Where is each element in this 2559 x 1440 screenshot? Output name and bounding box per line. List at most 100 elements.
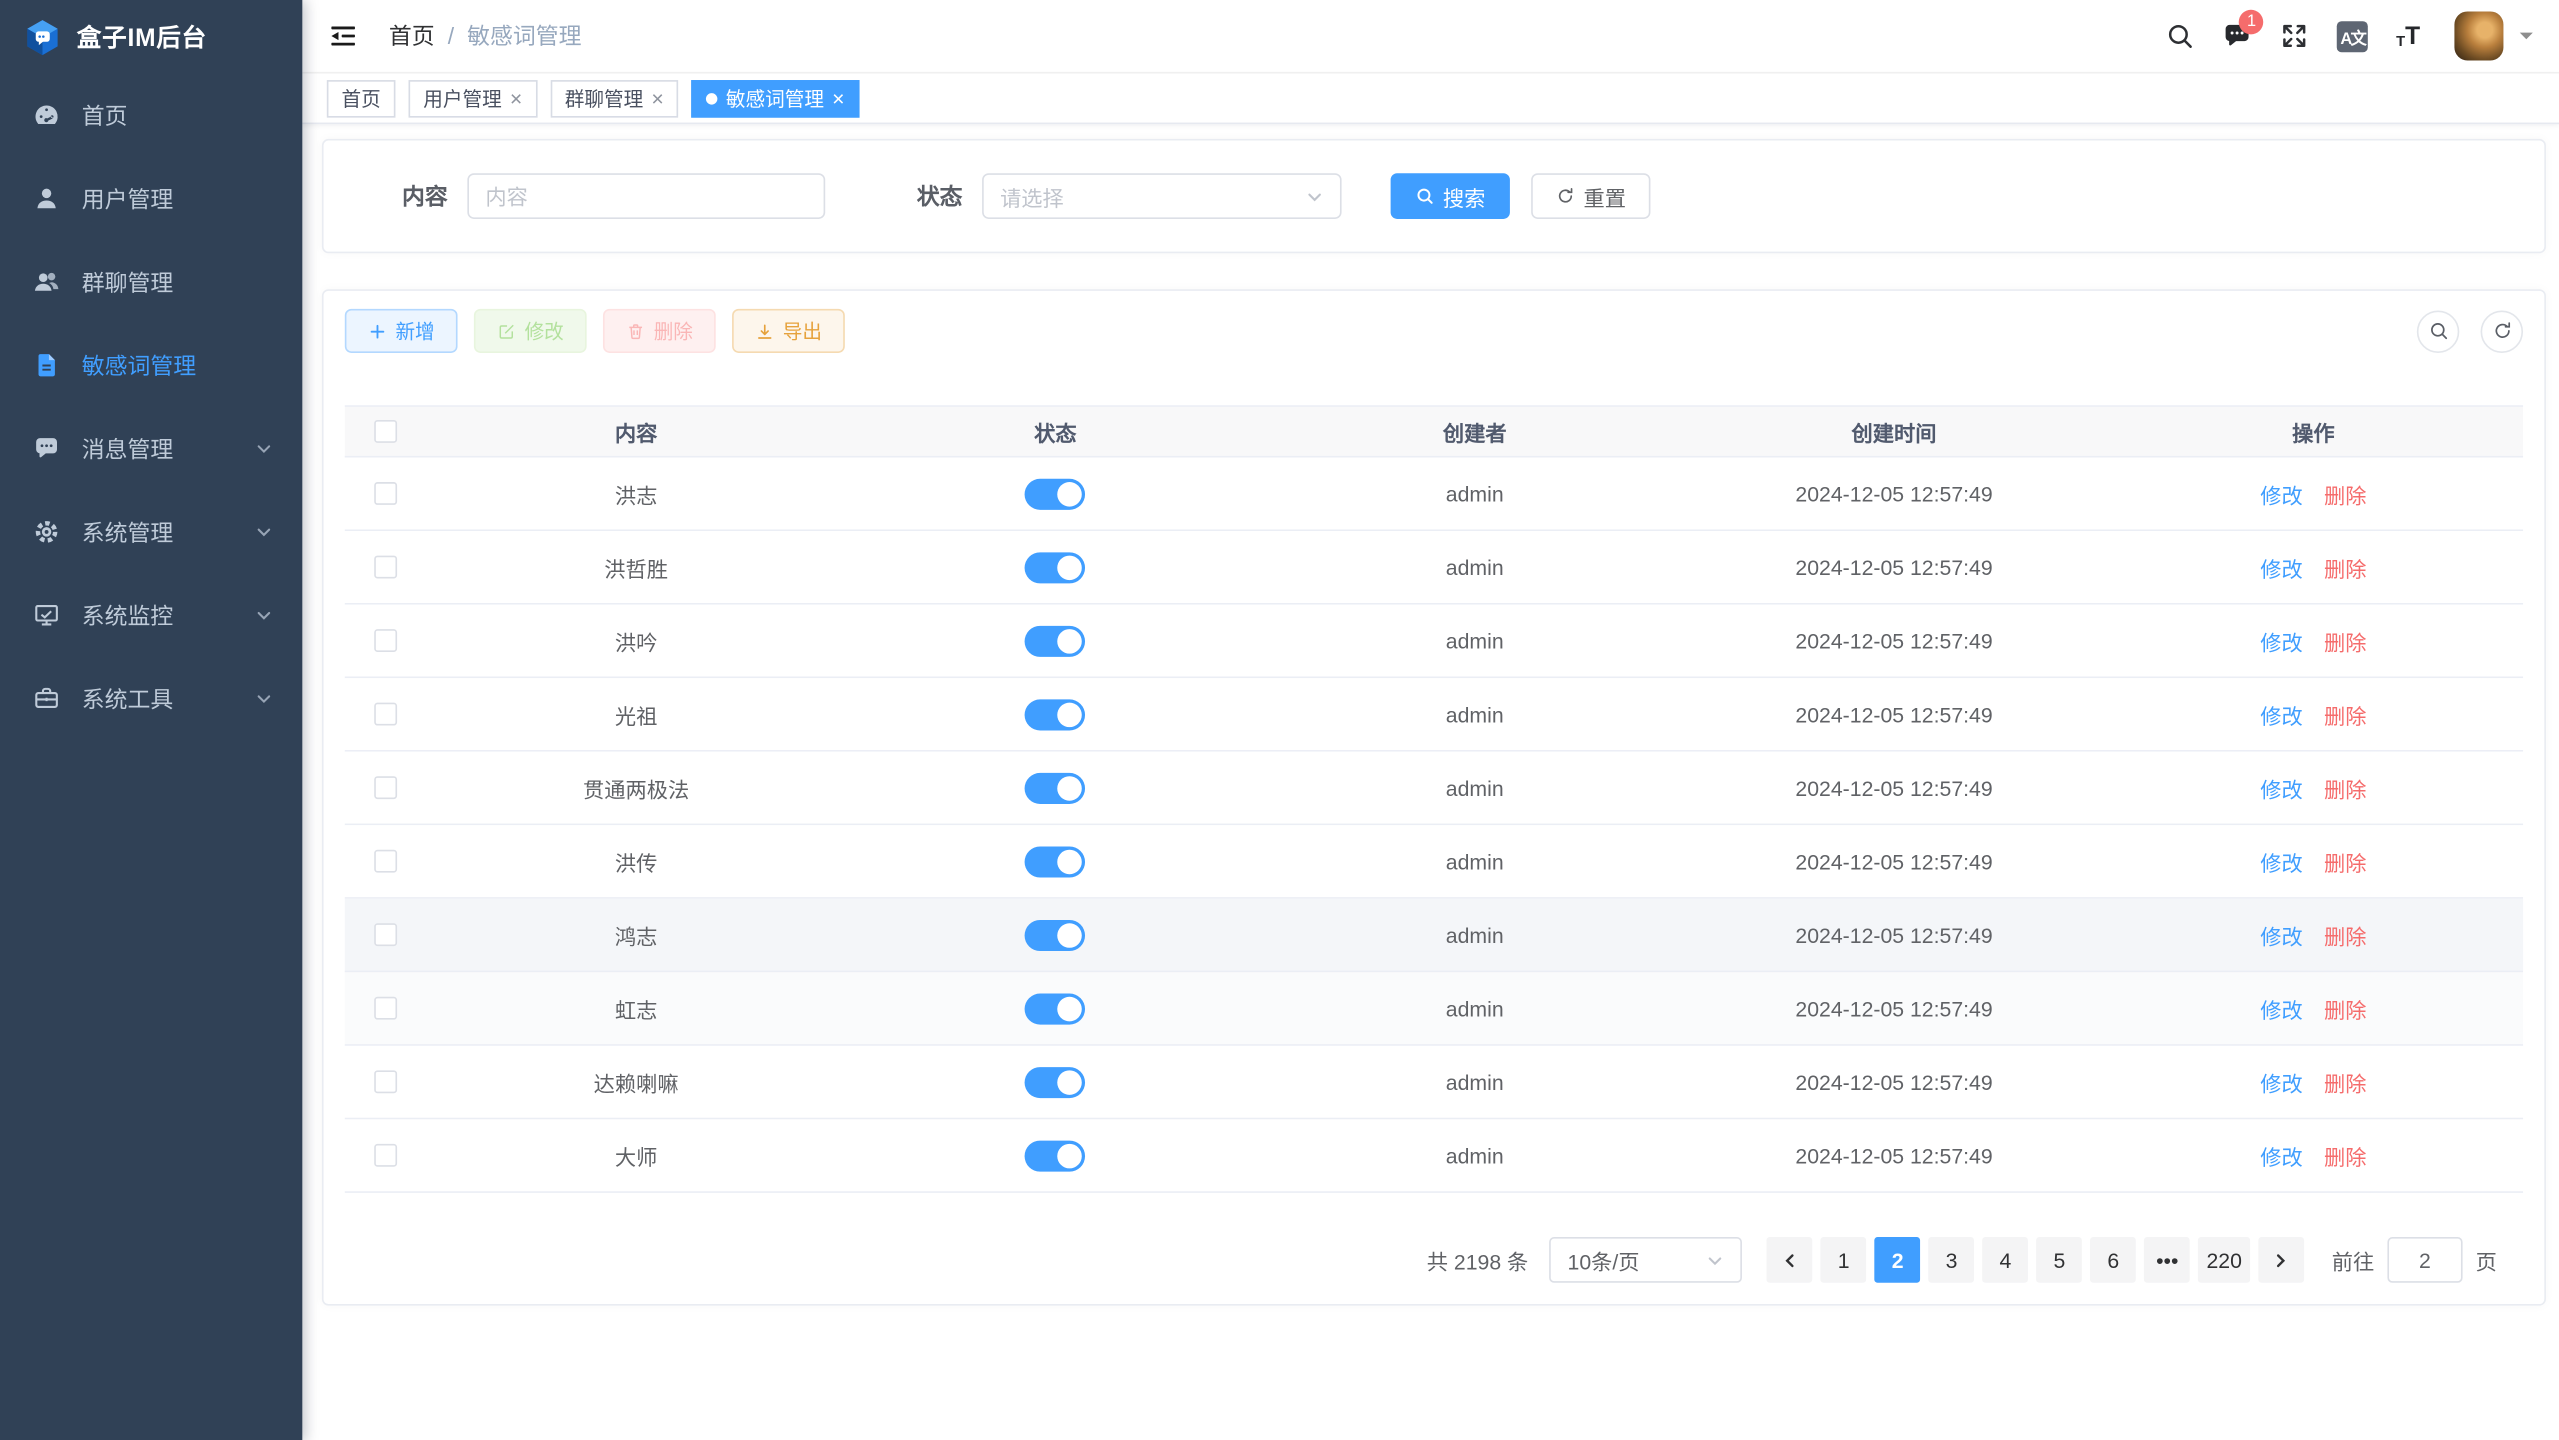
edit-link[interactable]: 修改 xyxy=(2260,1140,2303,1171)
delete-link[interactable]: 删除 xyxy=(2324,772,2367,803)
delete-link[interactable]: 删除 xyxy=(2324,478,2367,509)
page-button[interactable]: 4 xyxy=(1983,1237,2029,1283)
delete-link[interactable]: 删除 xyxy=(2324,1066,2367,1097)
sidebar-item-label: 系统监控 xyxy=(82,599,174,632)
page-button[interactable]: 220 xyxy=(2198,1237,2250,1283)
row-checkbox[interactable] xyxy=(374,703,397,726)
column-header-creator: 创建者 xyxy=(1265,416,1684,447)
row-checkbox[interactable] xyxy=(374,776,397,799)
goto-page-input[interactable] xyxy=(2387,1237,2462,1283)
refresh-button[interactable] xyxy=(2481,310,2523,352)
row-checkbox[interactable] xyxy=(374,556,397,579)
tab-user-management[interactable]: 用户管理 × xyxy=(409,79,537,117)
edit-link[interactable]: 修改 xyxy=(2260,919,2303,950)
reset-button[interactable]: 重置 xyxy=(1531,173,1650,219)
edit-button[interactable]: 修改 xyxy=(474,309,587,353)
tab-home[interactable]: 首页 xyxy=(327,79,396,117)
delete-button[interactable]: 删除 xyxy=(603,309,716,353)
avatar[interactable] xyxy=(2454,11,2503,60)
row-checkbox[interactable] xyxy=(374,1144,397,1167)
search-icon[interactable] xyxy=(2166,21,2195,50)
prev-page-button[interactable] xyxy=(1767,1237,1813,1283)
status-toggle[interactable] xyxy=(1025,478,1085,509)
row-checkbox[interactable] xyxy=(374,1070,397,1093)
cell-created-at: 2024-12-05 12:57:49 xyxy=(1684,628,2103,653)
content-input[interactable] xyxy=(467,173,825,219)
row-checkbox[interactable] xyxy=(374,997,397,1020)
tab-group-management[interactable]: 群聊管理 × xyxy=(550,79,678,117)
status-select[interactable]: 请选择 xyxy=(982,173,1342,219)
status-toggle[interactable] xyxy=(1025,846,1085,877)
row-checkbox[interactable] xyxy=(374,850,397,873)
translate-icon[interactable]: A文 xyxy=(2337,20,2368,51)
select-all-checkbox[interactable] xyxy=(374,420,397,443)
sidebar-item-system-monitor[interactable]: 系统监控 xyxy=(0,574,302,657)
delete-link[interactable]: 删除 xyxy=(2324,919,2367,950)
page-button[interactable]: 1 xyxy=(1821,1237,1867,1283)
status-toggle[interactable] xyxy=(1025,1066,1085,1097)
sidebar-item-system-tools[interactable]: 系统工具 xyxy=(0,657,302,740)
add-button[interactable]: 新增 xyxy=(345,309,458,353)
status-toggle[interactable] xyxy=(1025,625,1085,656)
edit-link[interactable]: 修改 xyxy=(2260,846,2303,877)
edit-link[interactable]: 修改 xyxy=(2260,772,2303,803)
fullscreen-icon[interactable] xyxy=(2280,21,2309,50)
user-menu[interactable] xyxy=(2454,11,2532,60)
more-pages-button[interactable]: ••• xyxy=(2144,1237,2190,1283)
delete-link[interactable]: 删除 xyxy=(2324,625,2367,656)
app-logo[interactable]: 盒子IM后台 xyxy=(0,0,302,74)
edit-link[interactable]: 修改 xyxy=(2260,552,2303,583)
status-toggle[interactable] xyxy=(1025,552,1085,583)
delete-link[interactable]: 删除 xyxy=(2324,1140,2367,1171)
close-icon[interactable]: × xyxy=(832,87,844,108)
row-checkbox[interactable] xyxy=(374,629,397,652)
search-icon xyxy=(1415,186,1435,206)
table-panel: 新增 修改 删除 导出 xyxy=(322,289,2546,1305)
edit-link[interactable]: 修改 xyxy=(2260,699,2303,730)
status-toggle[interactable] xyxy=(1025,699,1085,730)
edit-link[interactable]: 修改 xyxy=(2260,625,2303,656)
sidebar-item-users[interactable]: 用户管理 xyxy=(0,157,302,240)
sidebar-item-messages[interactable]: 消息管理 xyxy=(0,407,302,490)
edit-link[interactable]: 修改 xyxy=(2260,1066,2303,1097)
status-toggle[interactable] xyxy=(1025,993,1085,1024)
sidebar-item-groups[interactable]: 群聊管理 xyxy=(0,240,302,323)
breadcrumb-home[interactable]: 首页 xyxy=(389,20,435,53)
goto-page: 前往 页 xyxy=(2332,1237,2497,1283)
status-toggle[interactable] xyxy=(1025,1140,1085,1171)
status-toggle[interactable] xyxy=(1025,772,1085,803)
page-button[interactable]: 3 xyxy=(1929,1237,1975,1283)
tab-sensitive-words[interactable]: 敏感词管理 × xyxy=(692,79,860,117)
cell-content: 大师 xyxy=(427,1140,846,1171)
edit-link[interactable]: 修改 xyxy=(2260,478,2303,509)
sidebar-item-sensitive-words[interactable]: 敏感词管理 xyxy=(0,324,302,407)
delete-link[interactable]: 删除 xyxy=(2324,993,2367,1024)
delete-link[interactable]: 删除 xyxy=(2324,552,2367,583)
message-icon[interactable]: 1 xyxy=(2223,21,2252,50)
sidebar-collapse-icon[interactable] xyxy=(328,21,357,50)
show-search-button[interactable] xyxy=(2417,310,2459,352)
sidebar-item-home[interactable]: 首页 xyxy=(0,74,302,157)
page-button-active[interactable]: 2 xyxy=(1875,1237,1921,1283)
status-toggle[interactable] xyxy=(1025,919,1085,950)
page-button[interactable]: 5 xyxy=(2037,1237,2083,1283)
row-checkbox[interactable] xyxy=(374,482,397,505)
cell-content: 光祖 xyxy=(427,699,846,730)
close-icon[interactable]: × xyxy=(651,87,663,108)
page-button[interactable]: 6 xyxy=(2090,1237,2136,1283)
edit-link[interactable]: 修改 xyxy=(2260,993,2303,1024)
table-row: 贯通两极法 admin 2024-12-05 12:57:49 修改删除 xyxy=(345,752,2523,826)
delete-link[interactable]: 删除 xyxy=(2324,846,2367,877)
data-table: 内容 状态 创建者 创建时间 操作 洪志 admin 2024-12-05 12… xyxy=(345,405,2523,1193)
table-row: 大师 admin 2024-12-05 12:57:49 修改删除 xyxy=(345,1119,2523,1193)
next-page-button[interactable] xyxy=(2258,1237,2304,1283)
search-button[interactable]: 搜索 xyxy=(1391,173,1510,219)
page-size-select[interactable]: 10条/页 xyxy=(1550,1237,1743,1283)
row-checkbox[interactable] xyxy=(374,923,397,946)
close-icon[interactable]: × xyxy=(510,87,522,108)
font-size-icon[interactable]: TT xyxy=(2396,24,2420,49)
sidebar-item-label: 系统管理 xyxy=(82,516,174,549)
export-button[interactable]: 导出 xyxy=(732,309,845,353)
sidebar-item-system-admin[interactable]: 系统管理 xyxy=(0,490,302,573)
delete-link[interactable]: 删除 xyxy=(2324,699,2367,730)
